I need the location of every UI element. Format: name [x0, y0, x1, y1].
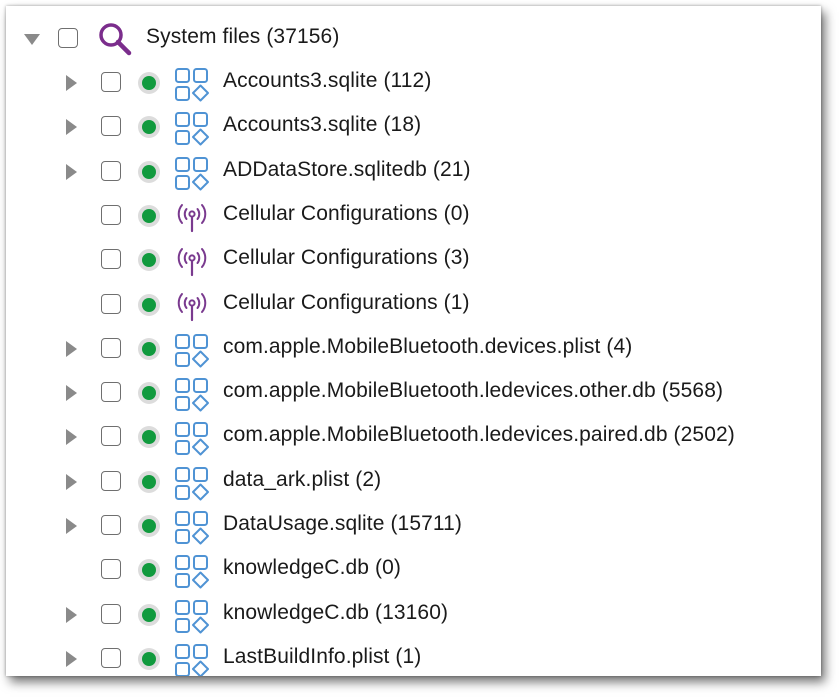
status-dot-icon: [138, 647, 160, 670]
row-label: DataUsage.sqlite (15711): [223, 512, 462, 535]
file-grid-icon: [174, 333, 210, 369]
tree-row[interactable]: Accounts3.sqlite (112): [6, 61, 821, 105]
expand-arrow-icon[interactable]: [66, 518, 77, 534]
tree-row[interactable]: ADDataStore.sqlitedb (21): [6, 150, 821, 194]
status-dot-icon: [138, 337, 160, 360]
tree-row[interactable]: Cellular Configurations (0): [6, 194, 821, 238]
row-checkbox[interactable]: [101, 515, 121, 535]
antenna-icon: [174, 289, 210, 325]
status-dot-icon: [138, 382, 160, 405]
tree-row[interactable]: LastBuildInfo.plist (1): [6, 637, 821, 676]
expand-arrow-icon[interactable]: [66, 75, 77, 91]
file-grid-icon: [174, 111, 210, 147]
status-dot-icon: [138, 204, 160, 227]
row-checkbox[interactable]: [101, 72, 121, 92]
tree-row[interactable]: knowledgeC.db (0): [6, 548, 821, 592]
file-grid-icon: [174, 510, 210, 546]
file-grid-icon: [174, 466, 210, 502]
row-checkbox[interactable]: [101, 204, 121, 225]
row-label: com.apple.MobileBluetooth.ledevices.othe…: [223, 379, 724, 403]
status-dot-icon: [138, 72, 160, 94]
file-grid-icon: [174, 377, 210, 413]
row-checkbox[interactable]: [101, 249, 121, 270]
expand-arrow-icon[interactable]: [66, 429, 77, 446]
row-checkbox[interactable]: [101, 382, 121, 403]
expand-arrow-icon[interactable]: [66, 473, 77, 490]
row-label: com.apple.MobileBluetooth.devices.plist …: [223, 334, 633, 358]
tree-row[interactable]: data_ark.plist (2): [6, 460, 821, 504]
status-dot-icon: [138, 160, 160, 183]
status-dot-icon: [138, 559, 160, 582]
row-checkbox[interactable]: [101, 116, 121, 137]
tree-row[interactable]: Cellular Configurations (1): [6, 283, 821, 327]
row-label: data_ark.plist (2): [223, 467, 382, 491]
collapse-arrow-icon[interactable]: [24, 34, 40, 45]
row-checkbox[interactable]: [101, 160, 121, 181]
row-checkbox[interactable]: [101, 470, 121, 491]
row-label: knowledgeC.db (0): [223, 556, 401, 580]
file-grid-icon: [174, 67, 210, 103]
expand-arrow-icon[interactable]: [66, 119, 77, 136]
row-checkbox[interactable]: [101, 426, 121, 447]
row-checkbox[interactable]: [101, 559, 121, 580]
file-grid-icon: [174, 554, 210, 590]
expand-arrow-icon[interactable]: [66, 340, 77, 357]
antenna-icon: [174, 244, 210, 280]
row-label: LastBuildInfo.plist (1): [223, 644, 422, 668]
system-files-tree: System files (37156) Accounts3.sqlite (1…: [6, 6, 821, 676]
status-dot-icon: [138, 603, 160, 626]
root-checkbox[interactable]: [58, 28, 78, 48]
status-dot-icon: [138, 426, 160, 449]
tree-row[interactable]: Accounts3.sqlite (18): [6, 105, 821, 149]
tree-row[interactable]: com.apple.MobileBluetooth.ledevices.othe…: [6, 371, 821, 415]
file-grid-icon: [174, 643, 210, 676]
expand-arrow-icon[interactable]: [66, 650, 77, 667]
expand-arrow-icon[interactable]: [66, 385, 77, 402]
status-dot-icon: [138, 293, 160, 316]
row-checkbox[interactable]: [101, 337, 121, 358]
search-icon: [99, 23, 132, 56]
row-checkbox[interactable]: [101, 647, 121, 668]
row-label: Cellular Configurations (1): [223, 290, 470, 314]
tree-row[interactable]: com.apple.MobileBluetooth.ledevices.pair…: [6, 415, 821, 459]
file-grid-icon: [174, 599, 210, 635]
antenna-icon: [174, 200, 210, 236]
status-dot-icon: [138, 515, 160, 537]
file-grid-icon: [174, 156, 210, 192]
row-checkbox[interactable]: [101, 603, 121, 624]
status-dot-icon: [138, 116, 160, 139]
row-label: com.apple.MobileBluetooth.ledevices.pair…: [223, 423, 735, 447]
tree-row[interactable]: DataUsage.sqlite (15711): [6, 504, 821, 548]
expand-arrow-icon[interactable]: [66, 606, 77, 623]
tree-row[interactable]: com.apple.MobileBluetooth.devices.plist …: [6, 327, 821, 371]
row-label: Cellular Configurations (0): [223, 201, 470, 225]
expand-arrow-icon[interactable]: [66, 163, 77, 180]
row-label: ADDataStore.sqlitedb (21): [223, 157, 471, 181]
status-dot-icon: [138, 249, 160, 272]
row-checkbox[interactable]: [101, 293, 121, 314]
tree-row[interactable]: Cellular Configurations (3): [6, 238, 821, 282]
row-label: Cellular Configurations (3): [223, 246, 470, 270]
root-label: System files (37156): [146, 25, 340, 48]
tree-row[interactable]: knowledgeC.db (13160): [6, 593, 821, 637]
tree-root-row[interactable]: System files (37156): [6, 17, 821, 61]
row-label: Accounts3.sqlite (18): [223, 113, 422, 137]
row-label: knowledgeC.db (13160): [223, 600, 449, 624]
status-dot-icon: [138, 470, 160, 493]
file-grid-icon: [174, 421, 210, 457]
row-label: Accounts3.sqlite (112): [223, 69, 432, 92]
